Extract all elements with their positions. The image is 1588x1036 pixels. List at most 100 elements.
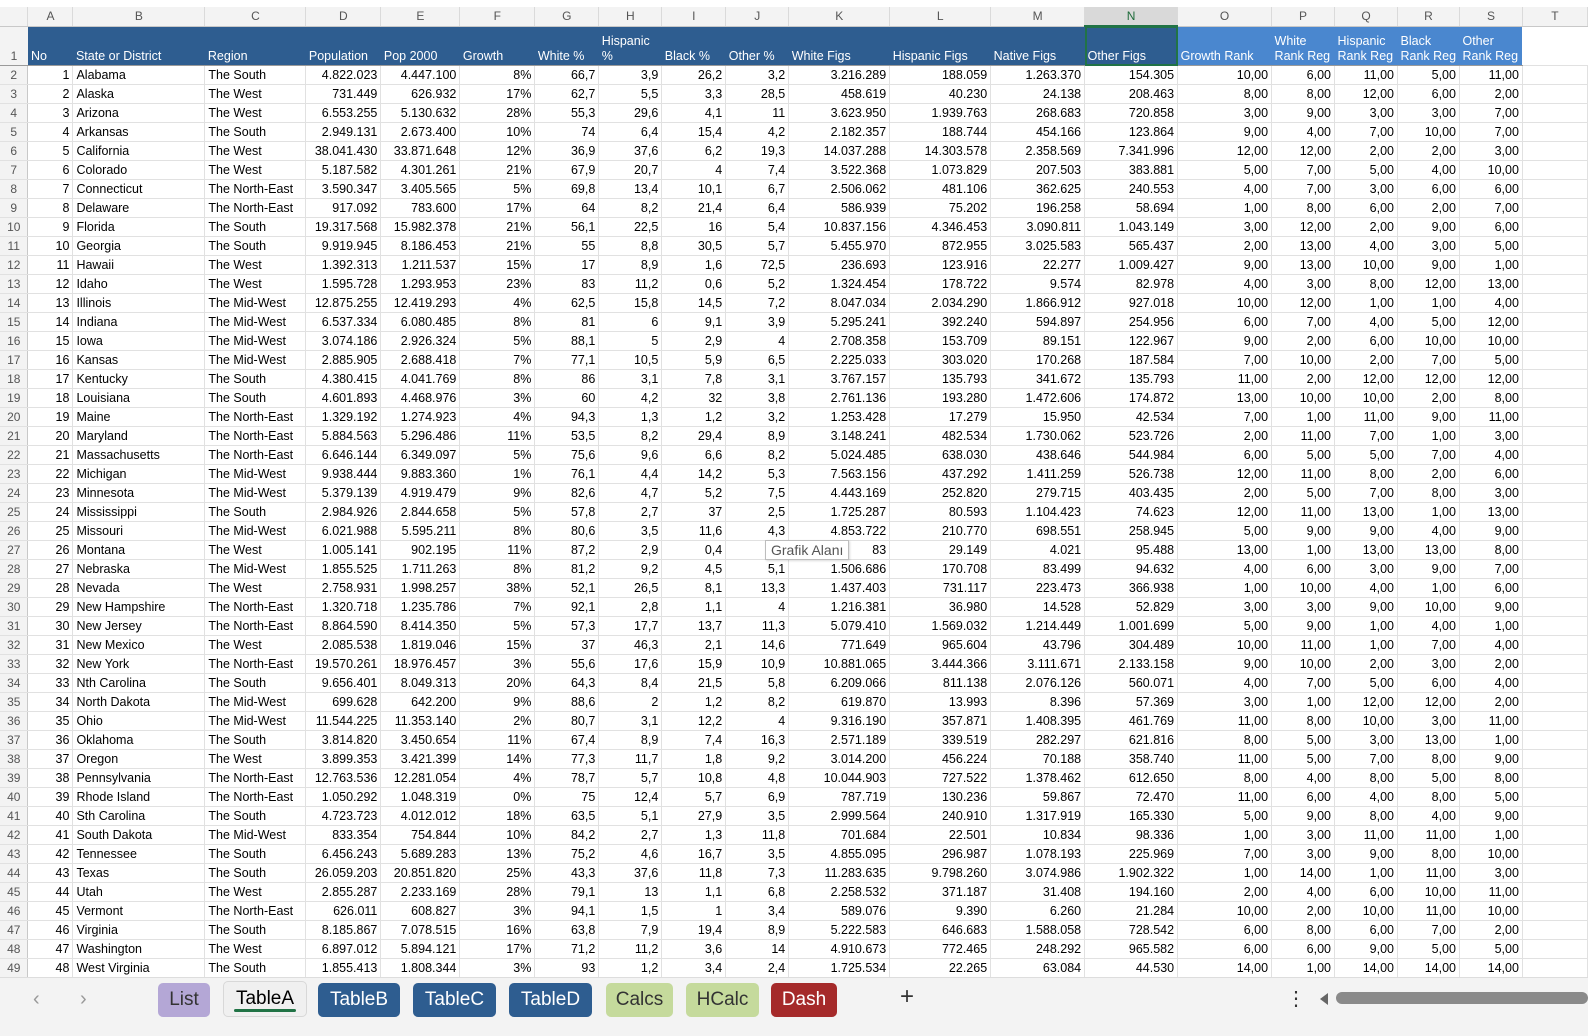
cell[interactable]: 6,00 [1177, 939, 1273, 959]
header-cell[interactable]: Hispanic % [598, 26, 662, 66]
cell[interactable]: 403.435 [1084, 483, 1179, 503]
cell[interactable]: 438.646 [990, 445, 1086, 465]
cell[interactable]: 13 [598, 882, 663, 902]
cell[interactable]: 29,4 [661, 426, 727, 446]
cell[interactable]: The North-East [204, 654, 307, 674]
cell[interactable]: 594.897 [990, 312, 1086, 332]
cell[interactable]: 6.080.485 [380, 312, 461, 332]
cell[interactable]: 4,00 [1397, 806, 1460, 826]
cell[interactable]: 9,00 [1397, 559, 1460, 579]
cell[interactable]: 11,00 [1177, 749, 1273, 769]
header-cell[interactable]: Population [305, 26, 381, 66]
cell[interactable]: 2,00 [1459, 692, 1523, 712]
cell[interactable]: 1.866.912 [990, 293, 1086, 313]
cell[interactable]: 1.073.829 [889, 160, 992, 180]
cell[interactable]: 1.329.192 [305, 407, 382, 427]
cell[interactable]: 11,00 [1271, 635, 1336, 655]
cell[interactable]: 2% [459, 711, 536, 731]
header-cell[interactable]: State or District [72, 26, 205, 66]
cell[interactable]: 6,00 [1271, 787, 1336, 807]
cell[interactable]: 9.883.360 [380, 464, 461, 484]
cell[interactable]: 2.182.357 [788, 122, 891, 142]
cell[interactable]: 12,00 [1271, 217, 1336, 237]
cell[interactable]: 619.870 [788, 692, 891, 712]
cell[interactable]: 11,7 [598, 749, 663, 769]
cell[interactable]: 3,00 [1271, 597, 1336, 617]
cell[interactable]: 7,00 [1177, 350, 1273, 370]
cell[interactable]: 57,3 [534, 616, 600, 636]
cell[interactable]: New York [72, 654, 206, 674]
cell[interactable]: 7,9 [598, 920, 663, 940]
cell[interactable]: 7,00 [1334, 122, 1398, 142]
cell[interactable]: 21 [27, 445, 74, 465]
cell[interactable]: 11,00 [1459, 711, 1523, 731]
cell[interactable]: 14 [725, 939, 790, 959]
cell[interactable]: 15.982.378 [380, 217, 461, 237]
row-number[interactable]: 40 [0, 787, 29, 807]
cell[interactable]: 4,00 [1459, 673, 1523, 693]
cell[interactable]: 2.758.931 [305, 578, 382, 598]
cell[interactable]: Texas [72, 863, 206, 883]
cell[interactable]: 4 [27, 122, 74, 142]
cell[interactable]: 98.336 [1084, 825, 1179, 845]
cell[interactable]: 9.938.444 [305, 464, 382, 484]
cell[interactable]: 10,5 [598, 350, 663, 370]
cell[interactable]: 2,00 [1397, 388, 1460, 408]
cell[interactable]: 7,00 [1397, 445, 1460, 465]
cell[interactable]: 72.470 [1084, 787, 1179, 807]
cell[interactable]: 9,00 [1334, 844, 1398, 864]
cell[interactable]: 5,00 [1177, 160, 1273, 180]
cell[interactable]: 39 [27, 787, 74, 807]
select-all-corner[interactable] [0, 7, 29, 27]
cell[interactable]: 5,4 [725, 217, 790, 237]
row-number[interactable]: 43 [0, 844, 29, 864]
cell[interactable]: 2.358.569 [990, 141, 1086, 161]
cell[interactable]: 1,6 [661, 255, 727, 275]
cell[interactable]: 358.740 [1084, 749, 1179, 769]
row-number[interactable]: 28 [0, 559, 29, 579]
cell[interactable]: 1.408.395 [990, 711, 1086, 731]
cell[interactable]: 9.798.260 [889, 863, 992, 883]
cell[interactable]: 12,00 [1397, 274, 1460, 294]
cell[interactable]: 79,1 [534, 882, 600, 902]
cell[interactable]: 29 [27, 597, 74, 617]
cell[interactable]: 720.858 [1084, 103, 1179, 123]
cell[interactable]: 5,5 [598, 84, 663, 104]
cell[interactable]: 14,6 [725, 635, 790, 655]
cell[interactable]: 3 [27, 103, 74, 123]
cell[interactable]: Washington [72, 939, 206, 959]
cell[interactable]: 9,00 [1271, 616, 1336, 636]
cell[interactable]: 4,5 [661, 559, 727, 579]
cell[interactable]: 23 [27, 483, 74, 503]
header-cell[interactable]: Black % [661, 26, 726, 66]
cell[interactable]: 11 [27, 255, 74, 275]
cell[interactable]: 5.296.486 [380, 426, 461, 446]
cell[interactable]: 11,00 [1271, 502, 1336, 522]
cell[interactable]: 698.551 [990, 521, 1086, 541]
cell[interactable]: 4.443.169 [788, 483, 891, 503]
cell[interactable]: 339.519 [889, 730, 992, 750]
cell[interactable]: 14,5 [661, 293, 727, 313]
cell[interactable]: 11,2 [598, 939, 663, 959]
empty-cell[interactable] [1522, 198, 1588, 218]
row-number[interactable]: 26 [0, 521, 29, 541]
cell[interactable]: Tennessee [72, 844, 206, 864]
cell[interactable]: 34 [27, 692, 74, 712]
cell[interactable]: 9% [459, 483, 536, 503]
column-header-G[interactable]: G [534, 7, 600, 27]
row-number[interactable]: 17 [0, 350, 29, 370]
cell[interactable]: 1,00 [1271, 692, 1336, 712]
cell[interactable]: 5,00 [1177, 806, 1273, 826]
header-cell[interactable]: White Figs [788, 26, 890, 66]
cell[interactable]: 12,00 [1177, 141, 1273, 161]
row-number[interactable]: 8 [0, 179, 29, 199]
cell[interactable]: 29.149 [889, 540, 992, 560]
cell[interactable]: 12,00 [1334, 84, 1398, 104]
header-cell[interactable]: Region [204, 26, 306, 66]
cell[interactable]: 3.590.347 [305, 179, 382, 199]
header-cell[interactable]: No [27, 26, 73, 66]
cell[interactable]: The West [204, 274, 307, 294]
cell[interactable]: Nth Carolina [72, 673, 206, 693]
cell[interactable]: 3,00 [1271, 844, 1336, 864]
cell[interactable]: 8,00 [1177, 84, 1273, 104]
